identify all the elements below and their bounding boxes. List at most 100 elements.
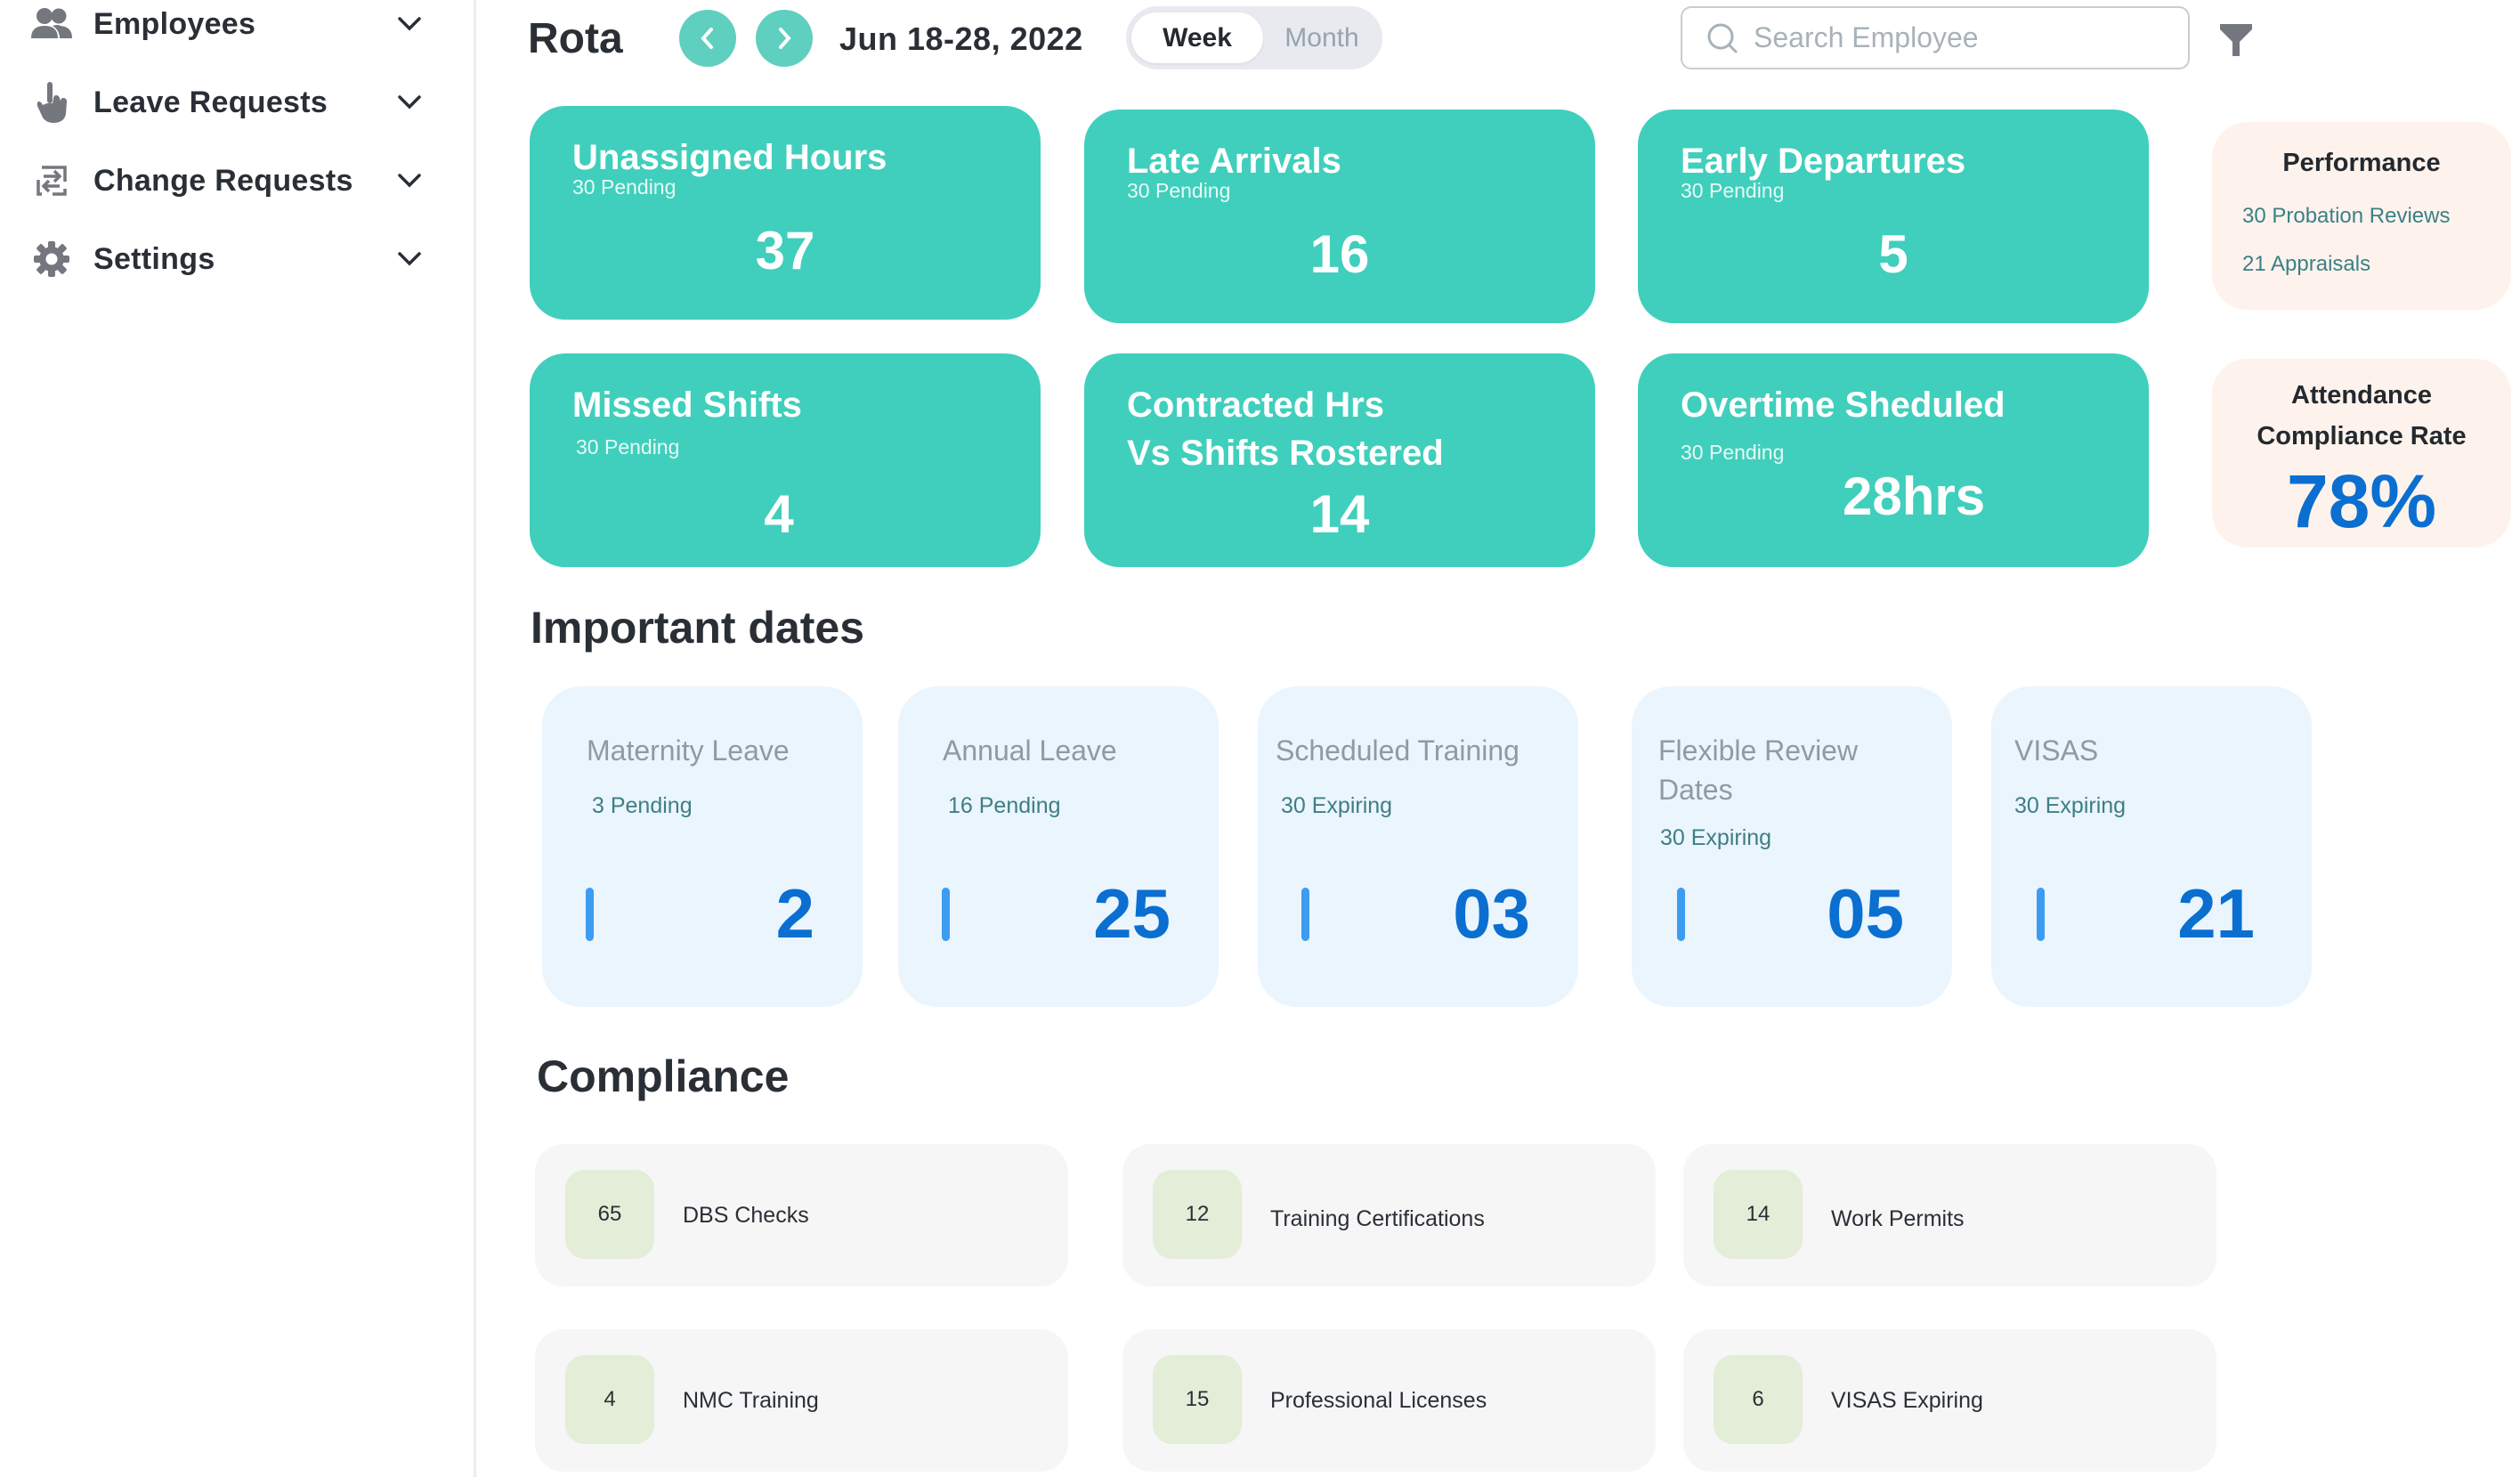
stat-value: 37 (755, 221, 815, 280)
stat-value: 5 (1878, 224, 1908, 284)
sidebar-item-leave-requests[interactable]: Leave Requests (0, 71, 476, 134)
date-card-title: Maternity Leave (587, 734, 790, 767)
chevron-left-icon (701, 28, 713, 49)
sidebar-item-change-requests[interactable]: Change Requests (0, 150, 476, 212)
accent-bar (1301, 888, 1309, 941)
stat-card-contracted-hrs[interactable]: Contracted Hrs Vs Shifts Rostered 14 (1084, 353, 1595, 567)
date-card-annual-leave[interactable]: Annual Leave 16 Pending 25 (898, 686, 1219, 1007)
date-card-subtitle: 16 Pending (948, 793, 1061, 818)
date-card-title: Scheduled Training (1276, 734, 1519, 767)
compliance-count-badge: 15 (1153, 1355, 1242, 1444)
date-card-flexible-review-dates[interactable]: Flexible Review Dates 30 Expiring 05 (1632, 686, 1952, 1007)
stat-card-late-arrivals[interactable]: Late Arrivals 30 Pending 16 (1084, 110, 1595, 323)
stat-card-overtime-scheduled[interactable]: Overtime Sheduled 30 Pending 28hrs (1638, 353, 2149, 567)
stat-subtitle: 30 Pending (572, 175, 677, 199)
search-input[interactable] (1752, 20, 2165, 55)
accent-bar (1677, 888, 1685, 941)
appraisals-link[interactable]: 21 Appraisals (2242, 252, 2370, 277)
compliance-label: Work Permits (1831, 1205, 1965, 1231)
sidebar: Employees Leave Requests Change Requests… (0, 0, 476, 1477)
chevron-down-icon[interactable] (392, 241, 427, 277)
performance-title: Performance (2282, 149, 2441, 177)
compliance-label: NMC Training (683, 1387, 819, 1413)
stat-card-missed-shifts[interactable]: Missed Shifts 30 Pending 4 (530, 353, 1041, 567)
search-icon (1707, 23, 1738, 53)
stat-value: 14 (1309, 484, 1370, 544)
prev-period-button[interactable] (679, 10, 736, 67)
date-card-subtitle: 30 Expiring (2014, 793, 2127, 818)
page-title: Rota (528, 15, 623, 62)
stat-value: 4 (764, 484, 794, 544)
stat-title: Overtime Sheduled (1681, 385, 2005, 425)
sidebar-item-label: Change Requests (93, 163, 353, 198)
stat-card-unassigned-hours[interactable]: Unassigned Hours 30 Pending 37 (530, 106, 1041, 320)
stat-title: Unassigned Hours (572, 138, 887, 177)
stat-subtitle: 30 Pending (576, 435, 680, 459)
stat-title: Early Departures (1681, 142, 1966, 181)
compliance-item-visas-expiring[interactable]: 6 VISAS Expiring (1683, 1329, 2216, 1472)
important-dates-heading: Important dates (531, 603, 865, 653)
compliance-label: Training Certifications (1270, 1205, 1485, 1231)
attendance-panel: Attendance Compliance Rate 78% (2212, 359, 2511, 548)
toggle-month[interactable]: Month (1265, 12, 1379, 63)
date-card-maternity-leave[interactable]: Maternity Leave 3 Pending 2 (542, 686, 863, 1007)
date-card-visas[interactable]: VISAS 30 Expiring 21 (1991, 686, 2312, 1007)
compliance-label: Professional Licenses (1270, 1387, 1487, 1413)
search-box (1681, 6, 2190, 69)
stat-card-early-departures[interactable]: Early Departures 30 Pending 5 (1638, 110, 2149, 323)
swap-arrows-icon (30, 159, 73, 202)
hand-pointer-icon (30, 81, 73, 124)
date-card-value: 05 (1827, 874, 1904, 953)
gear-icon (30, 238, 73, 280)
date-card-title: VISAS (2014, 734, 2099, 767)
probation-reviews-link[interactable]: 30 Probation Reviews (2242, 204, 2450, 229)
accent-bar (942, 888, 950, 941)
filter-icon (2220, 24, 2252, 56)
compliance-item-nmc-training[interactable]: 4 NMC Training (535, 1329, 1068, 1472)
date-card-value: 2 (775, 874, 814, 953)
date-card-subtitle: 30 Expiring (1281, 793, 1393, 818)
date-card-title: Annual Leave (943, 734, 1117, 767)
date-card-title: Flexible Review Dates (1658, 734, 1859, 806)
chevron-right-icon (779, 28, 791, 49)
date-card-subtitle: 30 Expiring (1660, 825, 1772, 850)
compliance-item-training-certifications[interactable]: 12 Training Certifications (1122, 1144, 1656, 1286)
sidebar-item-settings[interactable]: Settings (0, 228, 476, 290)
view-toggle: Week Month (1126, 6, 1382, 69)
attendance-title-line2: Compliance Rate (2257, 422, 2467, 450)
compliance-item-dbs-checks[interactable]: 65 DBS Checks (535, 1144, 1068, 1286)
sidebar-item-label: Leave Requests (93, 85, 328, 119)
date-card-subtitle: 3 Pending (592, 793, 693, 818)
chevron-down-icon[interactable] (392, 163, 427, 199)
users-icon (30, 3, 73, 45)
filter-button[interactable] (2216, 18, 2256, 61)
date-card-value: 03 (1453, 874, 1530, 953)
toggle-week[interactable]: Week (1131, 12, 1263, 63)
compliance-count-badge: 65 (565, 1170, 654, 1259)
compliance-count-badge: 6 (1714, 1355, 1803, 1444)
compliance-count-badge: 14 (1714, 1170, 1803, 1259)
sidebar-item-label: Employees (93, 6, 256, 41)
accent-bar (2037, 888, 2045, 941)
sidebar-item-employees[interactable]: Employees (0, 0, 476, 55)
stat-title: Late Arrivals (1127, 142, 1341, 181)
attendance-title-line1: Attendance (2291, 381, 2432, 410)
next-period-button[interactable] (756, 10, 813, 67)
performance-panel: Performance 30 Probation Reviews 21 Appr… (2212, 122, 2511, 310)
chevron-down-icon[interactable] (392, 85, 427, 120)
compliance-heading: Compliance (537, 1051, 790, 1101)
compliance-item-work-permits[interactable]: 14 Work Permits (1683, 1144, 2216, 1286)
compliance-item-professional-licenses[interactable]: 15 Professional Licenses (1122, 1329, 1656, 1472)
accent-bar (586, 888, 594, 941)
compliance-label: DBS Checks (683, 1202, 809, 1228)
date-card-value: 21 (2177, 874, 2255, 953)
compliance-label: VISAS Expiring (1831, 1387, 1983, 1413)
stat-value: 28hrs (1843, 467, 1986, 526)
stat-subtitle: 30 Pending (1681, 441, 1785, 464)
stat-title-line1: Contracted Hrs (1127, 385, 1384, 425)
date-card-scheduled-training[interactable]: Scheduled Training 30 Expiring 03 (1258, 686, 1578, 1007)
stat-subtitle: 30 Pending (1127, 179, 1231, 202)
stat-title-line2: Vs Shifts Rostered (1127, 434, 1444, 473)
chevron-down-icon[interactable] (392, 6, 427, 42)
attendance-rate-value: 78% (2286, 459, 2437, 543)
